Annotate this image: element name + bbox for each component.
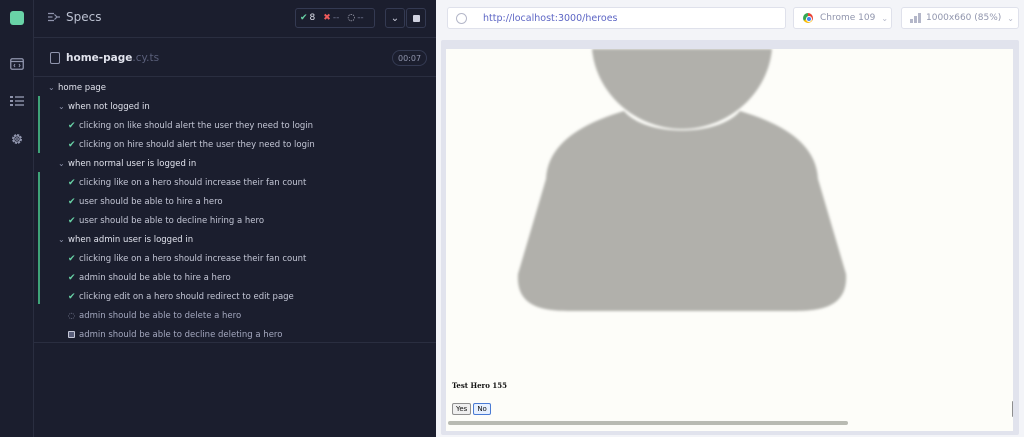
aut-iframe: Test Hero 155 Yes No — [446, 49, 1013, 431]
passed-count: ✔ 8 — [296, 13, 319, 23]
globe-icon — [456, 13, 467, 24]
test-row[interactable]: ✔ clicking like on a hero should increase… — [34, 173, 436, 192]
test-title: clicking on like should alert the user t… — [79, 120, 314, 131]
viewport-label: 1000x660 (85%) — [926, 13, 1002, 23]
chevron-down-icon: ⌄ — [48, 83, 55, 92]
check-icon: ✔ — [68, 139, 76, 150]
browser-label: Chrome 109 — [820, 13, 876, 23]
specs-toggle[interactable]: Specs — [48, 10, 101, 24]
chevron-down-icon: ⌄ — [58, 102, 65, 111]
spec-file-header: home-page.cy.ts 00:07 — [34, 47, 436, 69]
aut-panel: http://localhost:3000/heroes Chrome 109 … — [436, 0, 1024, 437]
reporter-header: Specs ✔ 8 ✖ -- ◌ -- ⌄ — [34, 0, 436, 38]
cypress-runner: Specs ✔ 8 ✖ -- ◌ -- ⌄ home-page.cy.ts 00:07… — [0, 0, 1024, 437]
spec-name: home-page — [66, 52, 133, 64]
side-nav — [0, 0, 34, 437]
test-stats: ✔ 8 ✖ -- ◌ -- — [295, 8, 375, 28]
chevron-down-icon: ⌄ — [58, 159, 65, 168]
test-row[interactable]: ✔ user should be able to decline hiring a… — [34, 211, 436, 230]
suite-home-page[interactable]: ⌄ home page — [34, 78, 436, 97]
no-button[interactable]: No — [473, 403, 491, 415]
check-icon: ✔ — [68, 215, 76, 226]
test-row[interactable]: ✔ clicking edit on a hero should redirect… — [34, 287, 436, 306]
stop-icon — [412, 14, 420, 22]
suite-normal-user[interactable]: ⌄ when normal user is logged in — [34, 154, 436, 173]
pending-number: -- — [357, 13, 364, 23]
test-title: user should be able to hire a hero — [79, 196, 223, 207]
runs-icon[interactable] — [9, 56, 25, 72]
spec-duration: 00:07 — [392, 50, 428, 66]
pending-test-icon — [68, 331, 79, 338]
cypress-logo-icon[interactable] — [9, 10, 25, 26]
test-title: user should be able to decline hiring a … — [79, 215, 265, 226]
test-title: clicking edit on a hero should redirect … — [79, 291, 294, 302]
running-spinner-icon: ◌ — [68, 311, 75, 320]
test-row[interactable]: ✔ clicking on hire should alert the user … — [34, 135, 436, 154]
stop-button[interactable] — [406, 8, 426, 28]
avatar-placeholder-icon — [517, 49, 847, 311]
cross-icon: ✖ — [323, 13, 331, 23]
viewport-info[interactable]: 1000x660 (85%) ⌄ — [901, 7, 1019, 29]
passed-number: 8 — [309, 13, 316, 23]
chrome-icon — [803, 13, 813, 23]
test-title: admin should be able to decline deleting… — [79, 329, 283, 340]
test-title: clicking like on a hero should increase … — [79, 253, 307, 264]
document-icon — [50, 52, 60, 64]
url-bar[interactable]: http://localhost:3000/heroes — [447, 7, 786, 29]
suite-admin-user[interactable]: ⌄ when admin user is logged in — [34, 230, 436, 249]
browser-selector[interactable]: Chrome 109 ⌄ — [793, 7, 892, 29]
suite-title: when normal user is logged in — [68, 158, 197, 169]
spec-ext: .cy.ts — [132, 52, 160, 64]
check-icon: ✔ — [68, 120, 76, 131]
chevron-down-icon: ⌄ — [1007, 13, 1014, 23]
test-title: clicking like on a hero should increase … — [79, 177, 307, 188]
reporter-panel: Specs ✔ 8 ✖ -- ◌ -- ⌄ home-page.cy.ts 00:07… — [34, 0, 436, 437]
check-icon: ✔ — [300, 13, 308, 23]
chevron-down-icon: ⌄ — [881, 13, 889, 23]
test-row[interactable]: ✔ admin should be able to hire a hero — [34, 268, 436, 287]
failed-number: -- — [332, 13, 340, 23]
specs-menu-icon — [48, 12, 60, 22]
reporter-title: Specs — [66, 10, 102, 24]
test-title: admin should be able to delete a hero — [79, 310, 242, 321]
test-title: admin should be able to hire a hero — [79, 272, 231, 283]
divider — [34, 76, 436, 77]
check-icon: ✔ — [68, 272, 76, 283]
spec-file-name[interactable]: home-page.cy.ts — [66, 52, 159, 64]
suite-title: when admin user is logged in — [68, 234, 194, 245]
settings-gear-icon[interactable] — [9, 131, 25, 147]
horizontal-scrollbar[interactable] — [448, 421, 848, 425]
check-icon: ✔ — [68, 196, 76, 207]
url-text: http://localhost:3000/heroes — [483, 13, 618, 24]
pending-count: ◌ -- — [343, 13, 367, 23]
test-row[interactable]: ✔ clicking like on a hero should increase… — [34, 249, 436, 268]
confirm-buttons: Yes No — [452, 403, 491, 415]
viewport-icon — [910, 13, 921, 23]
divider — [34, 342, 436, 343]
hero-name: Test Hero 155 — [452, 381, 507, 390]
test-title: clicking on hire should alert the user t… — [79, 139, 315, 150]
vertical-scrollbar[interactable] — [1012, 401, 1013, 417]
check-icon: ✔ — [68, 177, 76, 188]
test-row[interactable]: ◌ admin should be able to delete a hero — [34, 306, 436, 325]
suite-title: when not logged in — [68, 101, 150, 112]
expand-collapse-button[interactable]: ⌄ — [385, 8, 405, 28]
chevron-down-icon: ⌄ — [390, 12, 400, 24]
check-icon: ✔ — [68, 253, 76, 264]
test-row[interactable]: ✔ user should be able to hire a hero — [34, 192, 436, 211]
specs-list-icon[interactable] — [9, 93, 25, 109]
chevron-down-icon: ⌄ — [58, 235, 65, 244]
spinner-icon: ◌ — [347, 13, 356, 23]
suite-title: home page — [58, 82, 107, 93]
test-row[interactable]: ✔ clicking on like should alert the user … — [34, 116, 436, 135]
yes-button[interactable]: Yes — [452, 403, 472, 415]
failed-count: ✖ -- — [319, 13, 343, 23]
check-icon: ✔ — [68, 291, 76, 302]
suite-not-logged-in[interactable]: ⌄ when not logged in — [34, 97, 436, 116]
